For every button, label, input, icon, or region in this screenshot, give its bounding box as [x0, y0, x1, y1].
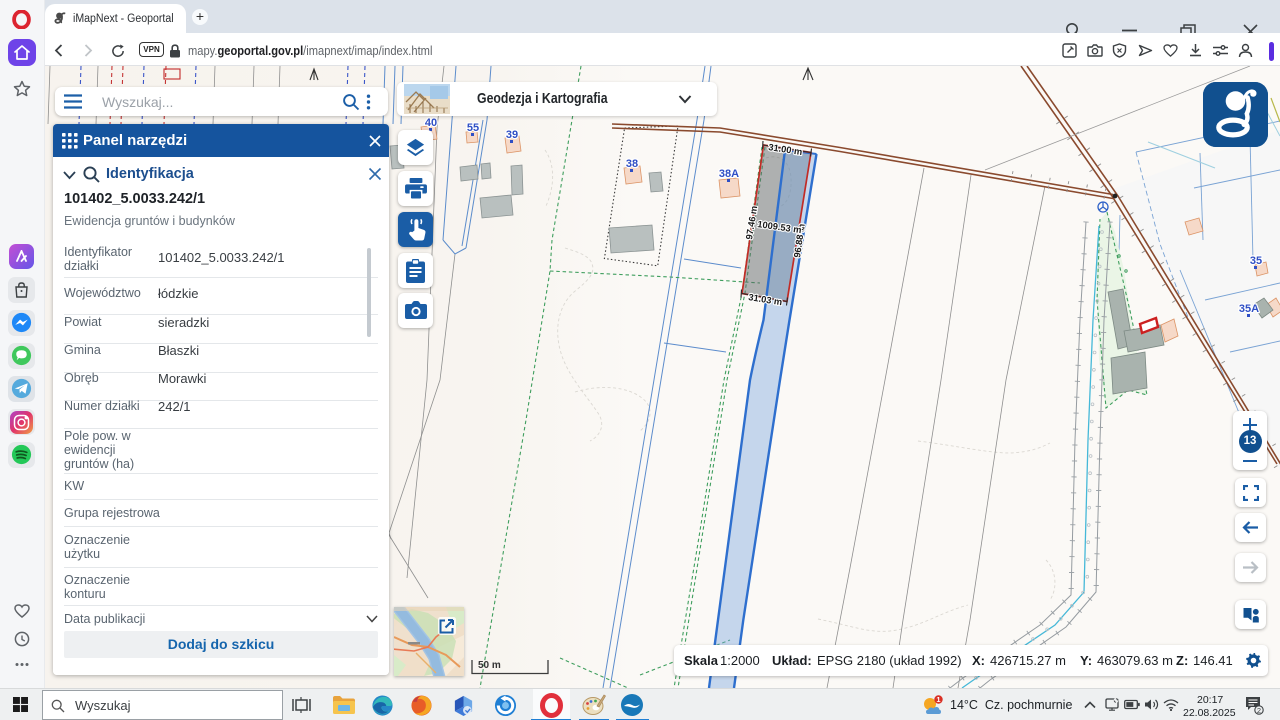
- svg-text:38A: 38A: [719, 168, 739, 180]
- svg-text:35: 35: [1250, 255, 1262, 267]
- svg-text:1: 1: [936, 695, 940, 704]
- svg-text:2: 2: [1257, 706, 1261, 715]
- svg-text:50 m: 50 m: [478, 660, 501, 671]
- svg-text:38: 38: [626, 158, 638, 170]
- svg-text:39: 39: [506, 129, 518, 141]
- svg-text:55: 55: [467, 122, 479, 134]
- svg-text:40: 40: [425, 117, 437, 129]
- svg-text:35A: 35A: [1239, 303, 1259, 315]
